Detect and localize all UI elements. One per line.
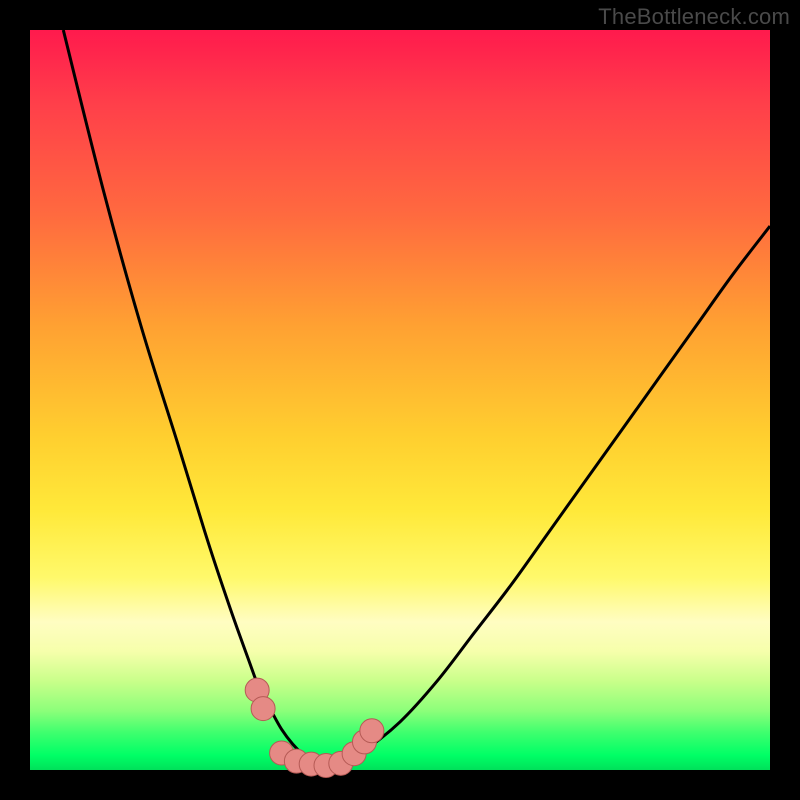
data-marker <box>360 719 384 743</box>
chart-overlay <box>30 30 770 770</box>
data-marker <box>251 697 275 721</box>
chart-frame: TheBottleneck.com <box>0 0 800 800</box>
left-branch-curve <box>63 30 326 766</box>
marker-group <box>245 678 384 777</box>
watermark-text: TheBottleneck.com <box>598 4 790 30</box>
right-branch-curve <box>326 226 770 766</box>
